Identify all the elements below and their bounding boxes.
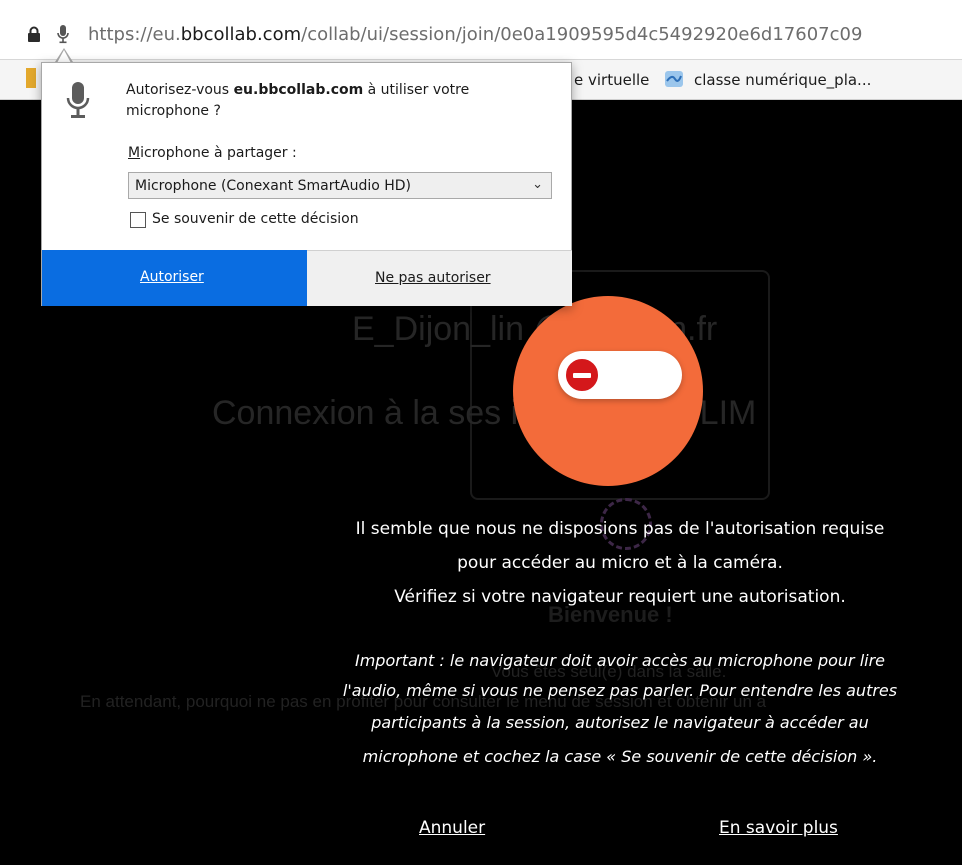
cancel-link[interactable]: Annuler [419, 818, 485, 838]
remember-decision-label[interactable]: Se souvenir de cette décision [152, 211, 359, 227]
important-line-2: l'audio, même si vous ne pensez pas parl… [342, 681, 898, 700]
permission-question: Autorisez-vous eu.bbcollab.com à utilise… [126, 80, 546, 122]
allow-button[interactable]: Autoriser [42, 250, 307, 306]
permission-denied-badge [513, 296, 703, 486]
microphone-icon[interactable] [56, 24, 70, 44]
url-text[interactable]: https://eu.bbcollab.com/collab/ui/sessio… [88, 24, 862, 45]
remember-decision-checkbox[interactable] [130, 212, 146, 228]
share-label-rest: icrophone à partager : [140, 145, 297, 161]
lock-icon[interactable] [26, 26, 42, 42]
bookmark-icon[interactable] [664, 70, 684, 88]
message-line-1: Il semble que nous ne disposions pas de … [355, 519, 885, 539]
chevron-down-icon: ⌄ [532, 177, 543, 192]
microphone-select[interactable]: Microphone (Conexant SmartAudio HD) ⌄ [128, 172, 552, 199]
deny-button[interactable]: Ne pas autoriser [307, 250, 572, 306]
share-label-accesskey: M [128, 145, 141, 161]
bookmark-icon[interactable] [26, 68, 36, 88]
message-line-3: Vérifiez si votre navigateur requiert un… [394, 587, 846, 607]
important-line-4: microphone et cochez la case « Se souven… [362, 747, 878, 766]
url-path: /collab/ui/session/join/0e0a1909595d4c54… [301, 24, 863, 45]
toggle-icon [558, 351, 682, 399]
url-prefix: https://eu. [88, 24, 181, 45]
microphone-share-label: Microphone à partager : [128, 145, 297, 161]
selected-microphone: Microphone (Conexant SmartAudio HD) [135, 178, 412, 194]
url-bar[interactable]: https://eu.bbcollab.com/collab/ui/sessio… [0, 0, 962, 60]
important-line-3: participants à la session, autorisez le … [371, 713, 869, 732]
message-line-2: pour accéder au micro et à la caméra. [457, 553, 783, 573]
deny-button-label: Ne pas autoriser [375, 270, 491, 286]
url-domain: bbcollab.com [180, 24, 302, 45]
bookmark-classe-numerique[interactable]: classe numérique_pla... [694, 71, 871, 89]
bookmark-classe-virtuelle[interactable]: e virtuelle [574, 71, 649, 89]
microphone-permission-popup: Autorisez-vous eu.bbcollab.com à utilise… [41, 62, 572, 306]
question-prefix: Autorisez-vous [126, 82, 234, 98]
allow-button-label: Autoriser [140, 269, 204, 285]
question-domain: eu.bbcollab.com [233, 82, 364, 98]
block-icon [564, 357, 600, 393]
important-line-1: Important : le navigateur doit avoir acc… [354, 651, 886, 670]
microphone-icon [66, 82, 90, 118]
learn-more-link[interactable]: En savoir plus [719, 818, 838, 838]
